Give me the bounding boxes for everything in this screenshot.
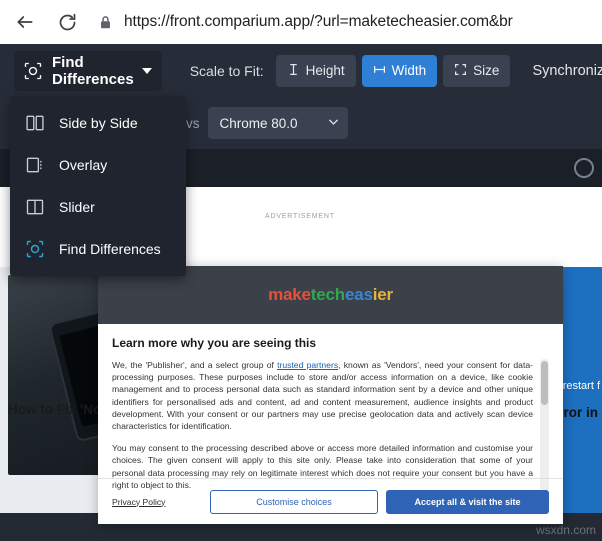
scale-height-label: Height xyxy=(305,63,345,78)
watermark: wsxdn.com xyxy=(535,523,596,537)
slider-icon xyxy=(24,196,46,218)
width-icon xyxy=(373,63,386,79)
consent-p1-after: , known as 'Vendors', need your consent … xyxy=(112,360,533,432)
find-differences-dropdown-button[interactable]: Find Differences xyxy=(14,50,162,91)
arrow-left-icon xyxy=(17,16,33,28)
logo-part-2: tech xyxy=(310,285,345,304)
logo-part-3: eas xyxy=(344,285,373,304)
lock-icon xyxy=(94,11,116,33)
address-bar[interactable]: https://front.comparium.app/?url=maketec… xyxy=(94,7,592,37)
scale-size-label: Size xyxy=(473,63,500,78)
scale-height-button[interactable]: Height xyxy=(275,54,356,87)
scale-to-fit-label: Scale to Fit: xyxy=(189,62,264,79)
scrollbar-thumb[interactable] xyxy=(541,361,548,405)
advertisement-label: ADVERTISEMENT xyxy=(265,213,335,220)
browser-version-select[interactable]: Chrome 80.0 xyxy=(207,107,348,139)
privacy-policy-link[interactable]: Privacy Policy xyxy=(112,497,165,507)
find-differences-icon xyxy=(24,238,46,260)
consent-footer: Privacy Policy Customise choices Accept … xyxy=(98,478,563,524)
menu-item-overlay[interactable]: Overlay xyxy=(10,144,186,186)
scale-size-button[interactable]: Size xyxy=(443,54,511,87)
refresh-circle-icon[interactable] xyxy=(574,158,594,178)
consent-dialog: maketecheasier Learn more why you are se… xyxy=(98,266,563,524)
scale-width-button[interactable]: Width xyxy=(361,54,438,87)
consent-body: Learn more why you are seeing this We, t… xyxy=(98,324,563,500)
back-button[interactable] xyxy=(10,7,40,37)
consent-scroll-area[interactable]: We, the 'Publisher', and a select group … xyxy=(112,359,549,492)
left-article-title: How to Fix 'No xyxy=(8,402,102,417)
scale-to-fit-group: Height Width Size xyxy=(275,54,511,87)
browser-toolbar: https://front.comparium.app/?url=maketec… xyxy=(0,0,602,44)
consent-title: Learn more why you are seeing this xyxy=(112,336,317,350)
menu-item-slider[interactable]: Slider xyxy=(10,186,186,228)
chevron-down-icon xyxy=(141,67,152,74)
app-toolbar: Find Differences Scale to Fit: Height Wi… xyxy=(0,44,602,97)
url-text: https://front.comparium.app/?url=maketec… xyxy=(124,13,513,30)
consent-p1-before: We, the 'Publisher', and a select group … xyxy=(112,360,278,370)
menu-item-side-by-side-label: Side by Side xyxy=(59,115,138,131)
vs-label: vs xyxy=(186,115,200,131)
scale-width-label: Width xyxy=(391,63,427,78)
menu-item-find-differences-label: Find Differences xyxy=(59,241,161,257)
view-mode-dropdown: Side by Side Overlay Slider Find Differe… xyxy=(10,96,186,276)
menu-item-overlay-label: Overlay xyxy=(59,157,108,173)
overlay-icon xyxy=(24,154,46,176)
reload-button[interactable] xyxy=(52,7,82,37)
menu-item-slider-label: Slider xyxy=(59,199,95,215)
size-icon xyxy=(454,63,467,79)
logo-part-4: ier xyxy=(372,285,393,304)
accept-all-button[interactable]: Accept all & visit the site xyxy=(386,489,549,514)
site-logo: maketecheasier xyxy=(268,285,393,305)
find-differences-icon xyxy=(22,60,44,82)
synchronize-label[interactable]: Synchroniz xyxy=(532,63,602,79)
logo-part-1: make xyxy=(268,285,311,304)
menu-item-side-by-side[interactable]: Side by Side xyxy=(10,102,186,144)
trusted-partners-link[interactable]: trusted partners xyxy=(277,360,338,370)
chevron-down-icon xyxy=(327,115,340,131)
menu-item-find-differences[interactable]: Find Differences xyxy=(10,228,186,270)
consent-paragraph-1: We, the 'Publisher', and a select group … xyxy=(112,359,533,432)
find-differences-label: Find Differences xyxy=(52,53,134,88)
height-icon xyxy=(287,63,300,79)
reload-icon xyxy=(59,13,75,30)
customise-choices-button[interactable]: Customise choices xyxy=(210,489,378,514)
side-by-side-icon xyxy=(24,112,46,134)
browser-version-value: Chrome 80.0 xyxy=(219,115,298,131)
consent-scrollbar[interactable] xyxy=(540,359,549,492)
